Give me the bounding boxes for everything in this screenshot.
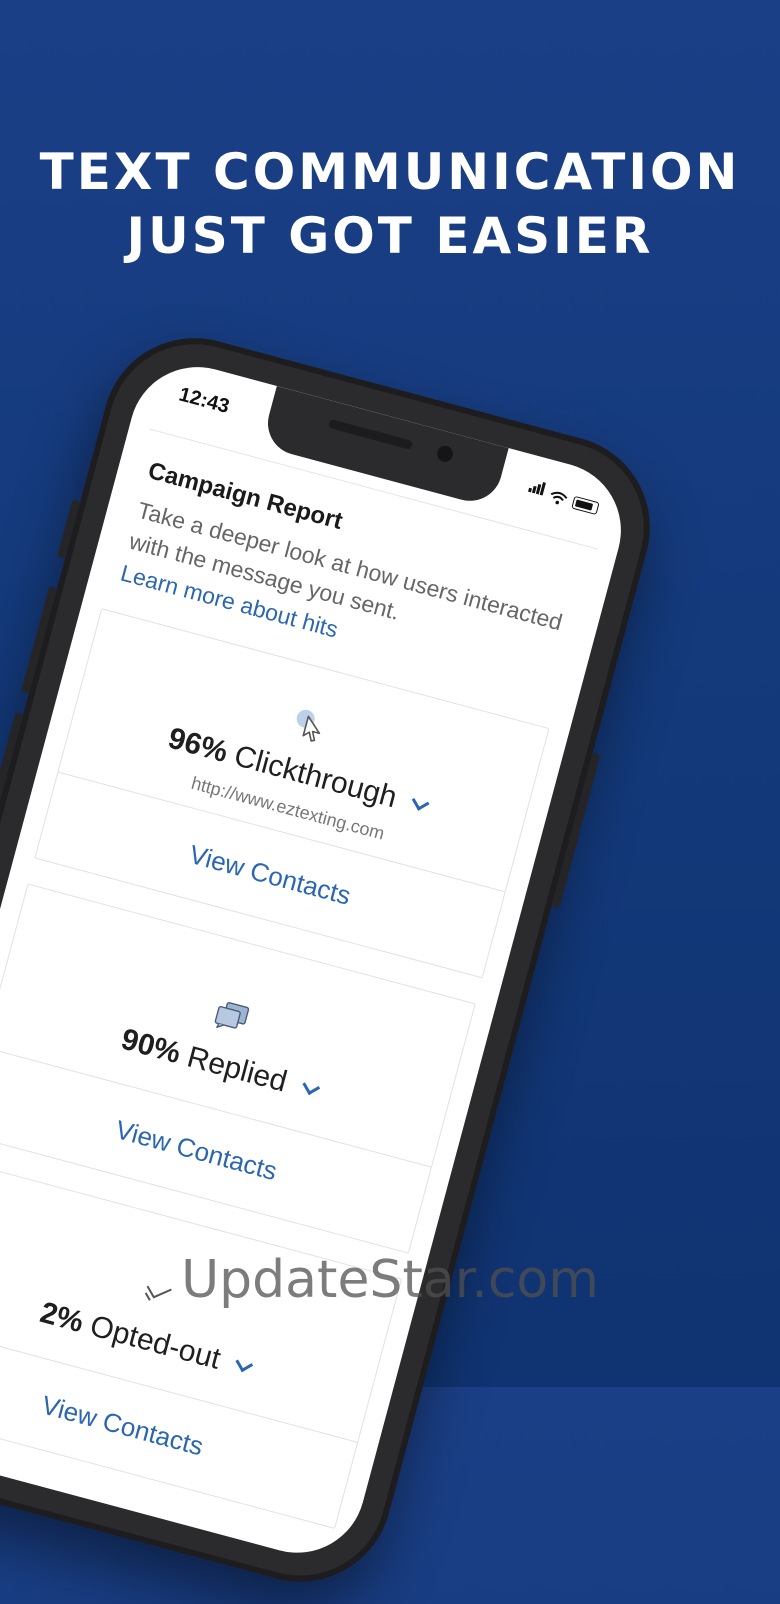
front-camera bbox=[435, 444, 455, 464]
view-contacts-link[interactable]: View Contacts bbox=[186, 838, 354, 911]
headline-line-1: TEXT COMMUNICATION bbox=[39, 143, 741, 201]
status-icons bbox=[527, 479, 601, 516]
chevron-down-icon[interactable] bbox=[235, 1354, 254, 1373]
battery-icon bbox=[571, 495, 600, 516]
status-time: 12:43 bbox=[176, 383, 232, 418]
chevron-down-icon[interactable] bbox=[302, 1077, 320, 1096]
mute-switch bbox=[57, 498, 81, 560]
metric-percent: 90% bbox=[117, 1022, 185, 1071]
cursor-click-icon bbox=[296, 709, 321, 742]
metric-label: Replied bbox=[183, 1040, 291, 1099]
power-button bbox=[551, 752, 601, 909]
headline-line-2: JUST GOT EASIER bbox=[126, 207, 654, 265]
signal-icon bbox=[527, 479, 547, 501]
metric-percent: 96% bbox=[164, 721, 232, 770]
watermark: UpdateStar.com bbox=[181, 1250, 599, 1310]
headline: TEXT COMMUNICATION JUST GOT EASIER bbox=[0, 140, 780, 268]
speaker bbox=[327, 418, 414, 450]
phone-mockup: 12:43 Campaign Report Take a deeper look… bbox=[0, 317, 671, 1603]
chat-bubbles-icon bbox=[214, 1002, 250, 1029]
view-contacts-link[interactable]: View Contacts bbox=[38, 1389, 207, 1462]
volume-down-button bbox=[0, 711, 24, 820]
campaign-report-view: Campaign Report Take a deeper look at ho… bbox=[0, 423, 617, 1534]
volume-up-button bbox=[20, 585, 58, 695]
wifi-icon bbox=[550, 491, 568, 505]
phone-screen: 12:43 Campaign Report Take a deeper look… bbox=[0, 351, 637, 1568]
chevron-down-icon[interactable] bbox=[411, 793, 430, 811]
view-contacts-link[interactable]: View Contacts bbox=[112, 1114, 281, 1187]
metric-label: Opted-out bbox=[86, 1309, 224, 1376]
